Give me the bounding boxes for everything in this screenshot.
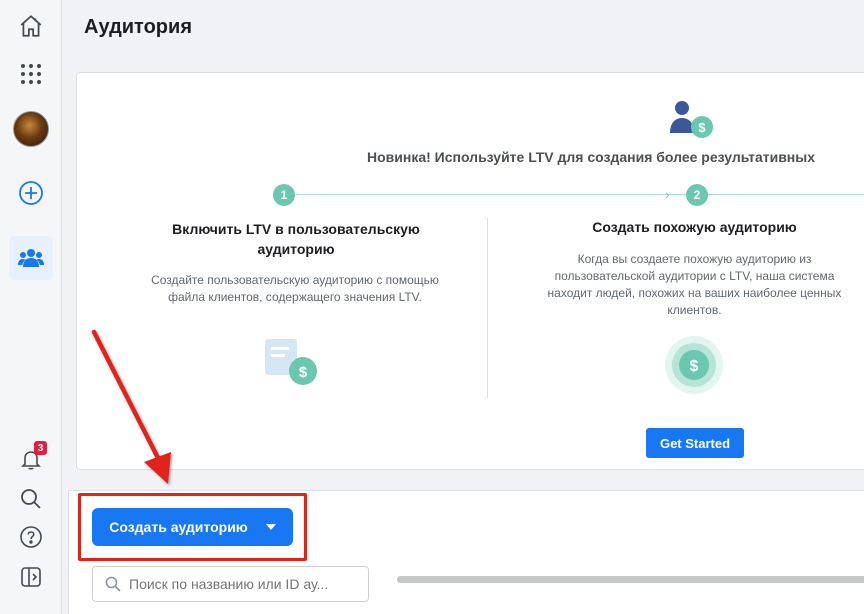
left-sidebar: 3 [0,0,62,614]
notification-badge: 3 [34,441,47,455]
get-started-button[interactable]: Get Started [646,428,744,458]
arrow-right-icon: › [665,186,670,202]
document-dollar-icon: $ [263,337,323,394]
audience-people-icon[interactable] [0,240,62,276]
help-icon[interactable] [0,522,62,552]
search-icon [105,576,121,592]
svg-text:$: $ [690,358,699,375]
apps-grid-icon[interactable] [0,58,62,90]
search-input[interactable] [129,576,359,592]
step-2-description: Когда вы создаете похожую аудиторию из п… [547,252,842,317]
step-1-title: Включить LTV в пользовательскую аудитори… [172,221,420,257]
steps-connector [295,194,864,195]
ltv-promo-card: $ Новинка! Используйте LTV для создания … [76,72,864,470]
column-divider [487,218,488,398]
annotation-highlight-box [78,493,307,561]
person-dollar-icon: $ [667,99,717,148]
bell-icon[interactable] [0,444,62,474]
step-2-number: 2 [686,184,708,206]
step-1-description: Создайте пользовательскую аудиторию с по… [151,273,439,304]
coin-dollar-icon: $ [664,335,724,400]
audience-search-field[interactable] [92,566,369,602]
ltv-headline: Новинка! Используйте LTV для создания бо… [367,149,816,165]
plus-circle-icon[interactable] [0,176,62,210]
avatar-image [13,111,49,147]
home-icon[interactable] [0,10,62,42]
step-2-title: Создать похожую аудиторию [592,219,797,235]
svg-text:$: $ [698,120,706,135]
horizontal-scrollbar[interactable] [397,576,864,583]
search-icon[interactable] [0,484,62,514]
panel-toggle-icon[interactable] [0,562,62,592]
step-1-number: 1 [273,184,295,206]
page-title: Аудитория [84,16,192,38]
svg-text:$: $ [299,364,308,381]
avatar[interactable] [0,110,62,148]
